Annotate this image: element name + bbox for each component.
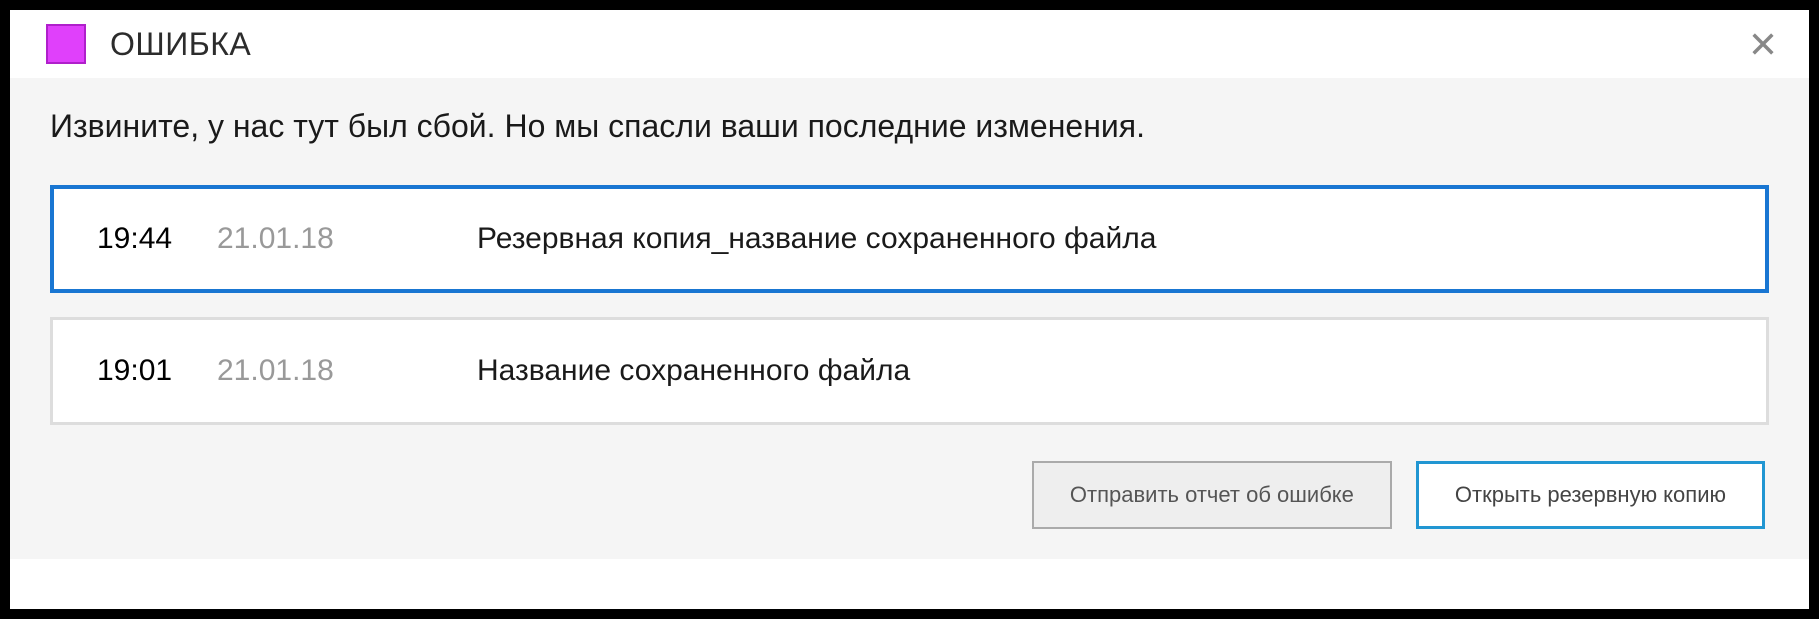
backup-time: 19:01 bbox=[97, 354, 217, 388]
backup-date: 21.01.18 bbox=[217, 354, 477, 388]
error-dialog: ОШИБКА Извините, у нас тут был сбой. Но … bbox=[0, 0, 1819, 619]
close-icon[interactable] bbox=[1747, 28, 1779, 60]
dialog-header: ОШИБКА bbox=[10, 10, 1809, 78]
open-backup-button[interactable]: Открыть резервную копию bbox=[1416, 461, 1765, 529]
backup-filename: Резервная копия_название сохраненного фа… bbox=[477, 222, 1156, 256]
backup-date: 21.01.18 bbox=[217, 222, 477, 256]
error-message: Извините, у нас тут был сбой. Но мы спас… bbox=[50, 108, 1769, 145]
backup-list: 19:44 21.01.18 Резервная копия_название … bbox=[50, 185, 1769, 425]
backup-item[interactable]: 19:01 21.01.18 Название сохраненного фай… bbox=[50, 317, 1769, 425]
dialog-footer: Отправить отчет об ошибке Открыть резерв… bbox=[50, 461, 1769, 529]
dialog-title: ОШИБКА bbox=[110, 26, 251, 63]
backup-filename: Название сохраненного файла bbox=[477, 354, 910, 388]
send-report-button[interactable]: Отправить отчет об ошибке bbox=[1032, 461, 1392, 529]
backup-time: 19:44 bbox=[97, 222, 217, 256]
backup-item[interactable]: 19:44 21.01.18 Резервная копия_название … bbox=[50, 185, 1769, 293]
error-icon bbox=[46, 24, 86, 64]
dialog-body: Извините, у нас тут был сбой. Но мы спас… bbox=[10, 78, 1809, 559]
